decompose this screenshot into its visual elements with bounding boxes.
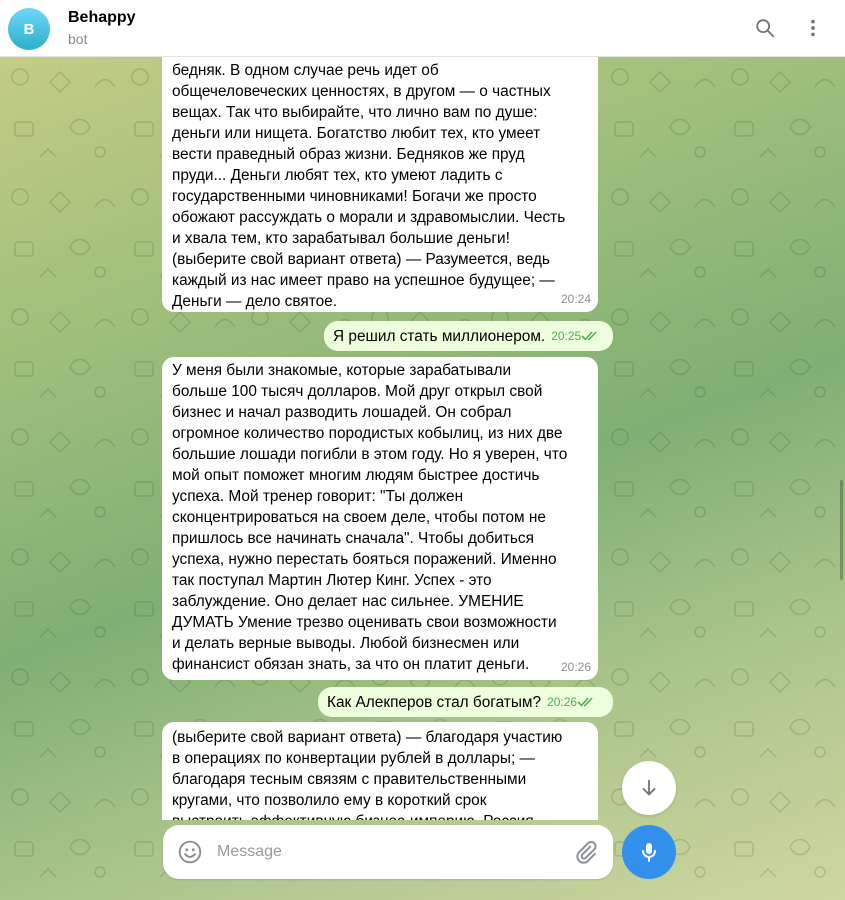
chat-header: B Behappy bot — [0, 0, 845, 57]
message-text: (выберите свой вариант ответа) — благода… — [172, 729, 563, 820]
message-time-status: 20:26 — [547, 692, 595, 713]
message-list[interactable]: бедняк. В одном случае речь идет об обще… — [0, 57, 845, 820]
message-incoming[interactable]: бедняк. В одном случае речь идет об обще… — [162, 57, 598, 312]
message-time: 20:26 — [547, 694, 578, 709]
paperclip-icon[interactable] — [573, 839, 599, 865]
search-button[interactable] — [751, 14, 779, 42]
smile-icon[interactable] — [177, 839, 203, 865]
avatar[interactable]: B — [8, 8, 50, 50]
more-menu-button[interactable] — [799, 14, 827, 42]
chat-scrollbar[interactable] — [840, 480, 843, 580]
message-time: 20:25 — [551, 328, 582, 343]
chat-subtitle: bot — [68, 31, 88, 47]
message-incoming[interactable]: (выберите свой вариант ответа) — благода… — [162, 722, 598, 820]
chat-title[interactable]: Behappy — [68, 9, 136, 27]
message-text: Как Алекперов стал богатым? — [327, 693, 542, 711]
double-check-icon — [577, 697, 593, 707]
scroll-down-button[interactable] — [622, 761, 676, 815]
message-text: бедняк. В одном случае речь идет об обще… — [172, 62, 566, 310]
more-vertical-icon — [811, 19, 815, 37]
message-time: 20:26 — [560, 660, 591, 674]
record-voice-button[interactable] — [622, 825, 676, 879]
message-time-status: 20:25 — [551, 326, 599, 347]
message-time: 20:24 — [560, 292, 591, 306]
message-composer — [163, 825, 613, 879]
microphone-icon — [642, 843, 656, 862]
double-check-icon — [581, 331, 597, 341]
message-incoming[interactable]: У меня были знакомые, которые зарабатыва… — [162, 357, 598, 680]
message-text: Я решил стать миллионером. — [333, 327, 546, 345]
message-text: У меня были знакомые, которые зарабатыва… — [172, 362, 568, 673]
search-icon — [756, 19, 775, 38]
message-outgoing[interactable]: Как Алекперов стал богатым? 20:26 — [318, 687, 613, 717]
message-outgoing[interactable]: Я решил стать миллионером. 20:25 — [324, 321, 613, 351]
message-input[interactable] — [217, 835, 557, 869]
arrow-down-icon — [642, 779, 656, 796]
